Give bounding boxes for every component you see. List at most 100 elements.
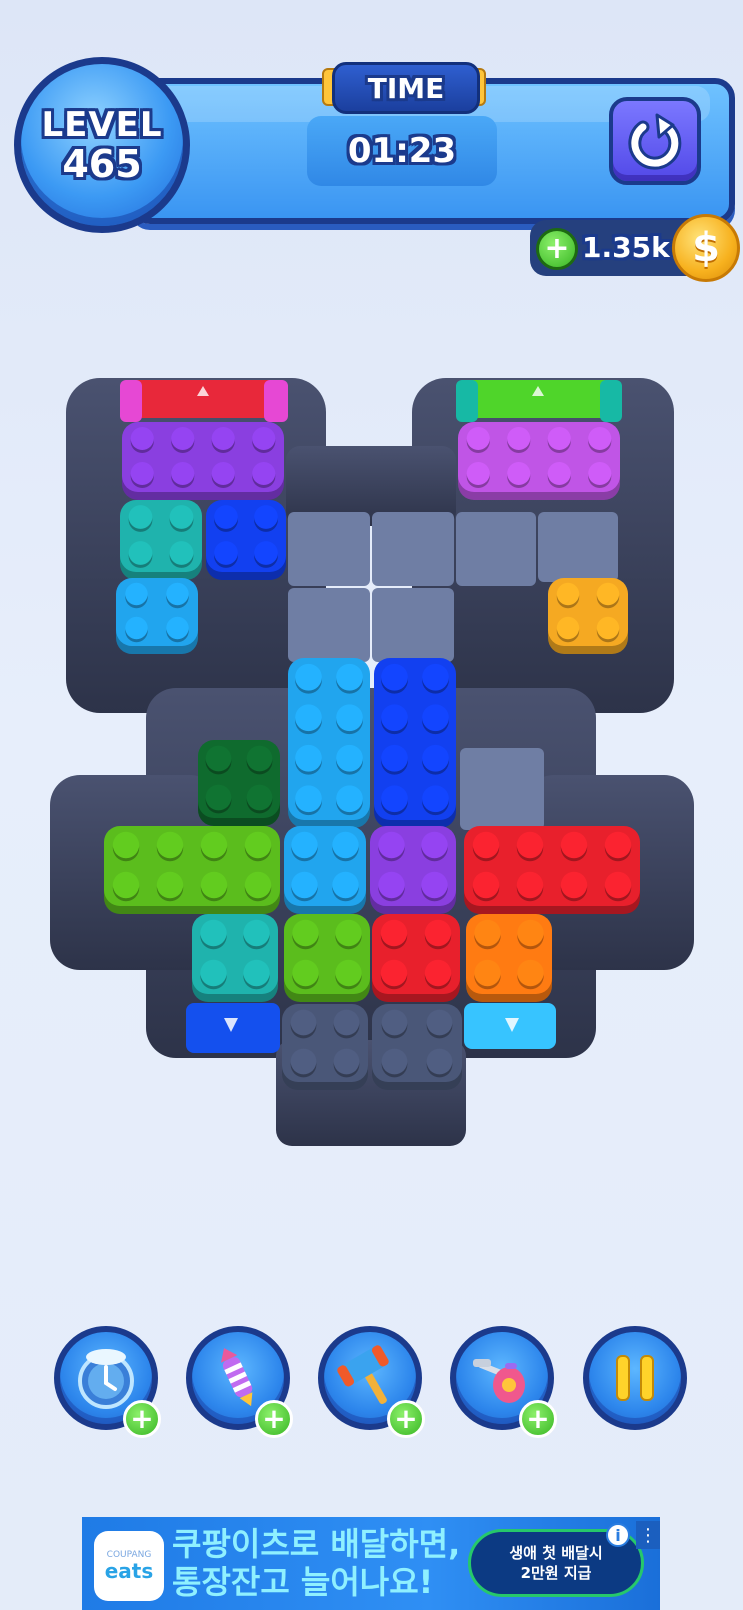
ad-info-icon[interactable]: i [606, 1523, 630, 1547]
stud [507, 461, 531, 486]
stud [380, 959, 408, 987]
yellow-block-right[interactable] [548, 578, 628, 654]
stud [333, 1048, 360, 1075]
add-hammer-button[interactable]: + [387, 1400, 425, 1438]
stud [214, 505, 238, 529]
stud [171, 461, 195, 486]
sky-block-left[interactable] [116, 578, 198, 654]
green-block-long[interactable] [104, 826, 280, 914]
pause-button[interactable] [583, 1326, 687, 1430]
stud [426, 1048, 453, 1075]
ad-offer-line-1: 생애 첫 배달시 [509, 1544, 603, 1562]
stud [381, 704, 408, 732]
stud [336, 785, 363, 813]
stud [295, 663, 322, 691]
stud [588, 426, 612, 451]
stud [243, 919, 270, 947]
stud [156, 871, 184, 899]
stud [556, 616, 580, 640]
stud [130, 426, 154, 451]
stud [596, 616, 620, 640]
ad-banner[interactable]: COUPANG eats 쿠팡이츠로 배달하면, 통장잔고 늘어나요! 생애 첫… [82, 1517, 660, 1610]
add-vacuum-button[interactable]: + [519, 1400, 557, 1438]
stud [291, 871, 318, 899]
stud [421, 831, 448, 859]
gray-block-right[interactable] [372, 1004, 462, 1090]
stud [292, 919, 319, 947]
stud [336, 704, 363, 732]
stud [169, 541, 194, 565]
stud [200, 919, 227, 947]
stud [214, 541, 238, 565]
add-rocket-button[interactable]: + [255, 1400, 293, 1438]
sky-block-tall[interactable] [288, 658, 370, 828]
stud [130, 461, 154, 486]
dark-green-block[interactable] [198, 740, 280, 826]
stud [507, 426, 531, 451]
stud [516, 871, 544, 899]
stud [254, 505, 278, 529]
stud [205, 784, 232, 811]
ad-logo-text: eats [104, 1559, 154, 1583]
stud [422, 704, 449, 732]
stud [200, 959, 227, 987]
stud [516, 831, 544, 859]
stud [244, 871, 272, 899]
stud [112, 871, 140, 899]
stud [156, 831, 184, 859]
purple-block-top-left[interactable] [122, 422, 284, 500]
stud [200, 871, 228, 899]
orange-block-bottom[interactable] [466, 914, 552, 1002]
stud [166, 582, 189, 606]
stud [332, 871, 359, 899]
stud [211, 426, 235, 451]
stud [333, 1009, 360, 1036]
stud [560, 871, 588, 899]
stud [547, 461, 571, 486]
stud [336, 744, 363, 772]
stud [378, 831, 405, 859]
stud [381, 785, 408, 813]
ad-more-icon[interactable]: ⋮ [636, 1521, 660, 1549]
stud [422, 663, 449, 691]
stud [290, 1009, 317, 1036]
stud [290, 1048, 317, 1075]
stud [378, 871, 405, 899]
magenta-block-top-right[interactable] [458, 422, 620, 500]
ad-logo: COUPANG eats [94, 1531, 164, 1601]
stud [292, 959, 319, 987]
stud [560, 831, 588, 859]
stud [295, 744, 322, 772]
stud [588, 461, 612, 486]
stud [244, 831, 272, 859]
stud [517, 959, 544, 987]
add-freeze-button[interactable]: + [123, 1400, 161, 1438]
stud [466, 426, 490, 451]
red-block-bottom[interactable] [372, 914, 460, 1002]
red-block-long[interactable] [464, 826, 640, 914]
stud [125, 582, 148, 606]
stud [332, 831, 359, 859]
purple-block-middle[interactable] [370, 826, 456, 914]
stud [381, 1048, 408, 1075]
teal-block-left[interactable] [120, 500, 202, 580]
stud [252, 426, 276, 451]
sky-block-middle[interactable] [284, 826, 366, 914]
stud [474, 919, 501, 947]
stud [381, 744, 408, 772]
stud [243, 959, 270, 987]
stud [604, 871, 632, 899]
stud [466, 461, 490, 486]
green-block-bottom[interactable] [284, 914, 370, 1002]
gray-block-left[interactable] [282, 1004, 368, 1090]
teal-block-bottom[interactable] [192, 914, 278, 1002]
blue-block-left[interactable] [206, 500, 286, 580]
stud [211, 461, 235, 486]
stud [291, 831, 318, 859]
stud [128, 541, 153, 565]
blue-block-tall[interactable] [374, 658, 456, 828]
stud [246, 784, 273, 811]
puzzle-board [50, 378, 694, 1146]
stud [556, 582, 580, 606]
stud [381, 663, 408, 691]
